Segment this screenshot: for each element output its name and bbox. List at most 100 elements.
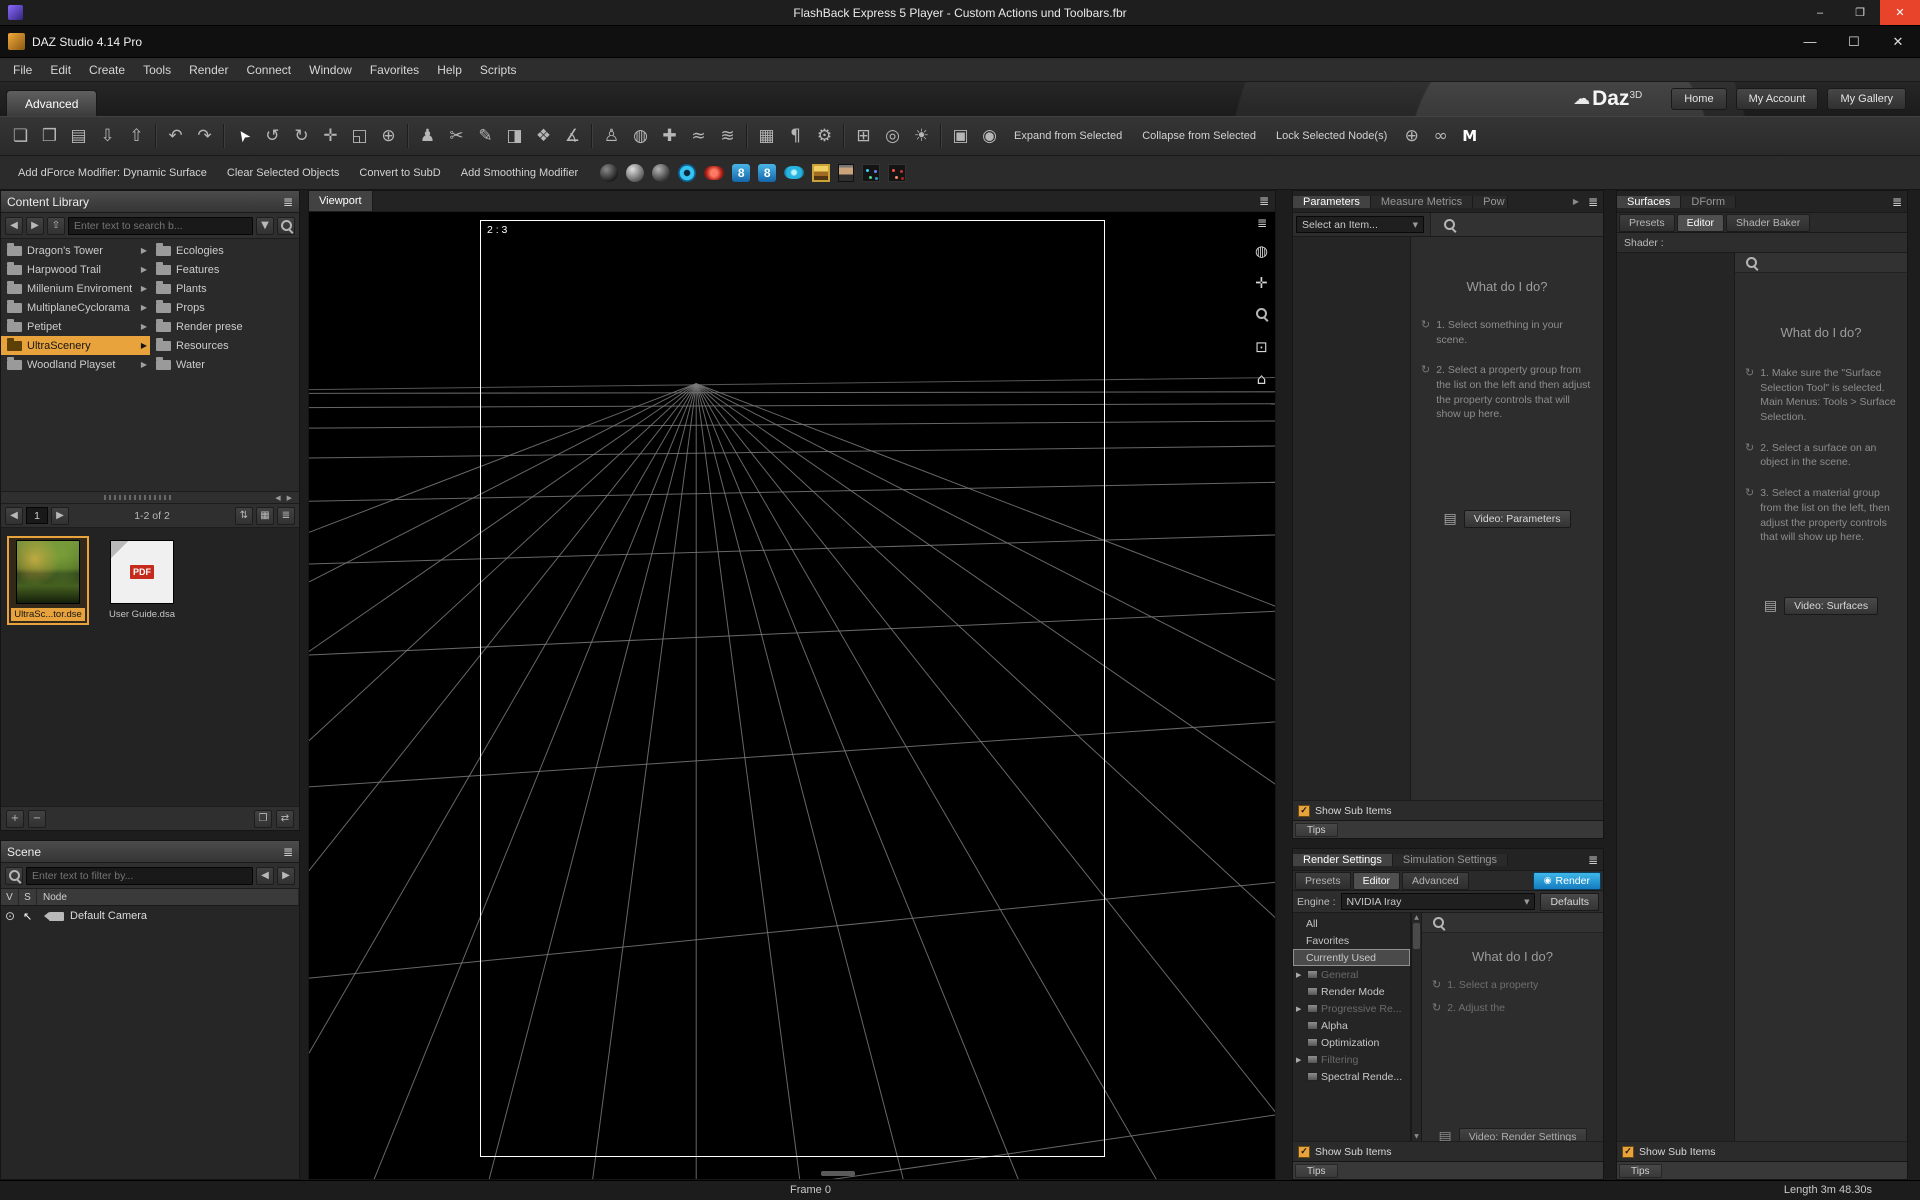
show-sub-items-toggle[interactable]: ✓ Show Sub Items: [1293, 1141, 1603, 1161]
render-category[interactable]: ▶ General: [1293, 966, 1410, 983]
menu-item[interactable]: Create: [80, 58, 134, 82]
separator[interactable]: [843, 124, 845, 148]
forward-button[interactable]: ▶: [277, 867, 295, 885]
light-icon[interactable]: ☀: [907, 121, 936, 151]
toolbar-text-button[interactable]: Expand from Selected: [1004, 121, 1132, 151]
defaults-button[interactable]: Defaults: [1540, 893, 1599, 911]
separator[interactable]: [591, 124, 593, 148]
expand-arrow-icon[interactable]: ▶: [141, 341, 147, 350]
zoom-tool-icon[interactable]: [1255, 306, 1268, 324]
spot-render-icon[interactable]: ◨: [500, 121, 529, 151]
render-category[interactable]: ▶ Currently Used: [1293, 949, 1410, 966]
menu-item[interactable]: Help: [428, 58, 471, 82]
dock-splitter[interactable]: [300, 190, 308, 1180]
render-category[interactable]: ▶ Render Mode: [1293, 983, 1410, 1000]
video-render-settings-button[interactable]: Video: Render Settings: [1459, 1128, 1587, 1141]
picture-icon[interactable]: [812, 164, 830, 182]
mimic-icon[interactable]: M: [1455, 121, 1484, 151]
library-item[interactable]: UltraSc...tor.dse: [9, 538, 87, 623]
shaping-icon[interactable]: ◍: [626, 121, 655, 151]
export-icon[interactable]: ⇧: [122, 121, 151, 151]
render-category[interactable]: ▶ Favorites: [1293, 932, 1410, 949]
tab-scroll-right-icon[interactable]: ▶: [1569, 191, 1583, 212]
sphere-dark-icon[interactable]: [600, 164, 618, 182]
aim-tool-icon[interactable]: ⊕: [374, 121, 403, 151]
pan-tool-icon[interactable]: ✛: [1255, 274, 1268, 292]
toolbar-text-button[interactable]: Lock Selected Node(s): [1266, 121, 1397, 151]
menu-item[interactable]: Favorites: [361, 58, 428, 82]
expand-arrow-icon[interactable]: ▶: [1296, 1056, 1304, 1064]
video-surfaces-button[interactable]: Video: Surfaces: [1784, 597, 1878, 615]
pane-tab[interactable]: DForm: [1681, 196, 1736, 208]
scrollbar-handle[interactable]: [104, 495, 174, 500]
pane-tab[interactable]: Pow: [1473, 196, 1507, 208]
library-folder[interactable]: Render prese: [150, 317, 299, 336]
gear-icon[interactable]: ⚙: [810, 121, 839, 151]
pane-menu-icon[interactable]: ≣: [283, 845, 293, 859]
sync-icon[interactable]: ⇄: [276, 810, 294, 828]
pane-menu-icon[interactable]: ≣: [283, 195, 293, 209]
up-button[interactable]: ⇧: [47, 217, 65, 235]
pane-splitter[interactable]: [0, 831, 300, 840]
home-view-icon[interactable]: ⌂: [1257, 370, 1267, 388]
render-category[interactable]: ▶ All: [1293, 915, 1410, 932]
scrollbar-thumb[interactable]: [1413, 923, 1420, 949]
universal-tool-icon[interactable]: ✛: [316, 121, 345, 151]
library-folder[interactable]: Features: [150, 260, 299, 279]
surfaces-group-list[interactable]: [1617, 253, 1735, 1141]
nodegrid-icon[interactable]: [862, 164, 880, 182]
close-button[interactable]: ✕: [1880, 0, 1920, 25]
library-folder[interactable]: UltraScenery ▶: [1, 336, 150, 355]
menu-item[interactable]: Window: [300, 58, 361, 82]
remove-button[interactable]: −: [28, 810, 46, 828]
search-icon[interactable]: [1745, 256, 1758, 269]
sub-tab[interactable]: Editor: [1677, 214, 1724, 232]
render-category[interactable]: ▶ Alpha: [1293, 1017, 1410, 1034]
toolbar-text-button[interactable]: Convert to SubD: [349, 158, 450, 188]
separator[interactable]: [155, 124, 157, 148]
measure-tool-icon[interactable]: ∡: [558, 121, 587, 151]
show-sub-items-toggle[interactable]: ✓ Show Sub Items: [1617, 1141, 1907, 1161]
nodegrid-red-icon[interactable]: [888, 164, 906, 182]
library-folder[interactable]: Ecologies: [150, 241, 299, 260]
toolbar-text-button[interactable]: Collapse from Selected: [1132, 121, 1266, 151]
camera-view-icon[interactable]: ◎: [878, 121, 907, 151]
redo-icon[interactable]: ↷: [190, 121, 219, 151]
back-button[interactable]: ◀: [5, 217, 23, 235]
portrait-icon[interactable]: [838, 164, 854, 182]
photo-camera-icon[interactable]: ◉: [975, 121, 1004, 151]
scroll-right-icon[interactable]: ▶: [284, 494, 295, 502]
tree-scrollbar[interactable]: ◀ ▶: [1, 491, 299, 504]
sub-tab[interactable]: Presets: [1295, 872, 1351, 890]
library-folder[interactable]: MultiplaneCyclorama ▶: [1, 298, 150, 317]
video-parameters-button[interactable]: Video: Parameters: [1464, 510, 1571, 528]
minimize-button[interactable]: –: [1800, 0, 1840, 25]
pane-tab[interactable]: Measure Metrics: [1371, 196, 1473, 208]
sphere-light-icon[interactable]: [626, 164, 644, 182]
animation-icon[interactable]: ≈: [684, 121, 713, 151]
orbit-tool-icon[interactable]: ◍: [1255, 242, 1268, 260]
pane-tab[interactable]: Render Settings: [1293, 854, 1393, 866]
viewport-scrollbar[interactable]: [821, 1171, 855, 1176]
menu-item[interactable]: Render: [180, 58, 237, 82]
separator[interactable]: [407, 124, 409, 148]
search-icon[interactable]: [1443, 218, 1456, 231]
separator[interactable]: [940, 124, 942, 148]
list-view-icon[interactable]: ≣: [277, 507, 295, 525]
nav-button[interactable]: My Gallery: [1827, 88, 1906, 110]
undo-icon[interactable]: ↶: [161, 121, 190, 151]
maximize-button[interactable]: ❐: [1840, 0, 1880, 25]
toolbar-text-button[interactable]: Add Smoothing Modifier: [451, 158, 588, 188]
expand-arrow-icon[interactable]: ▶: [141, 246, 147, 255]
page-number[interactable]: 1: [26, 507, 48, 524]
separator[interactable]: [746, 124, 748, 148]
pane-menu-icon[interactable]: ≣: [1253, 194, 1275, 208]
sub-tab[interactable]: Shader Baker: [1726, 214, 1810, 232]
eye-red-icon[interactable]: [704, 166, 724, 180]
open-file-icon[interactable]: ❒: [35, 121, 64, 151]
viewport-tab[interactable]: Viewport: [309, 191, 373, 211]
search-icon[interactable]: [1432, 916, 1445, 929]
scene-node-row[interactable]: ⊙ ↖ Default Camera: [1, 906, 299, 926]
library-folder[interactable]: Millenium Enviroment ▶: [1, 279, 150, 298]
search-icon[interactable]: [5, 867, 23, 885]
